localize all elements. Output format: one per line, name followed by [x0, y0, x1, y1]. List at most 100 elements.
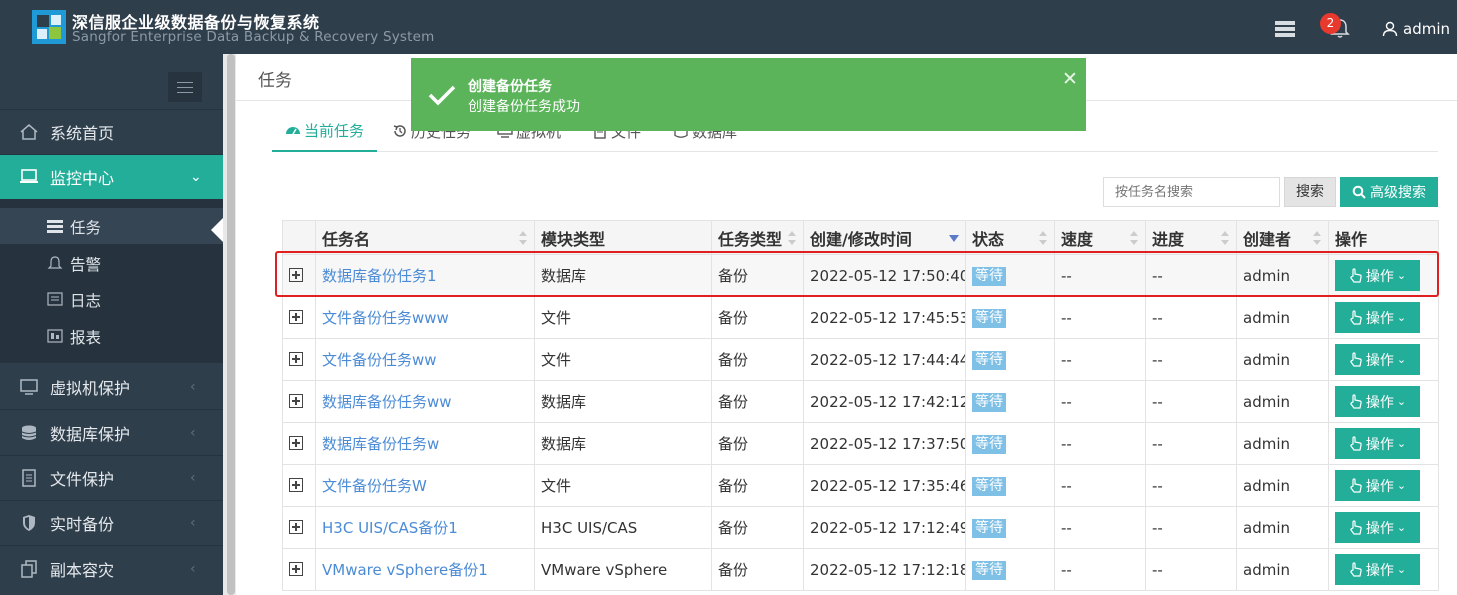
expand-icon[interactable] [289, 435, 303, 450]
operation-button[interactable]: 操作 ⌄ [1335, 260, 1420, 291]
expand-icon[interactable] [289, 393, 303, 408]
table-row[interactable]: 数据库备份任务ww 数据库 备份 2022-05-12 17:42:12 等待 -- -- a… [282, 380, 1439, 423]
report-icon [47, 329, 63, 343]
brand-subtitle: Sangfor Enterprise Data Backup & Recover… [72, 29, 435, 45]
column-header-module[interactable]: 模块类型 [534, 220, 712, 255]
sidebar-item-replica-dr[interactable]: 副本容灾 ‹ [0, 547, 223, 591]
task-name-link[interactable]: 数据库备份任务1 [322, 267, 437, 285]
table-row[interactable]: H3C UIS/CAS备份1 H3C UIS/CAS 备份 2022-05-12 17… [282, 506, 1439, 549]
chevron-left-icon: ‹ [190, 470, 196, 486]
creator-cell: admin [1236, 422, 1329, 465]
tab-current-tasks[interactable]: 当前任务 [272, 110, 377, 152]
expand-icon[interactable] [289, 561, 303, 576]
task-name-link[interactable]: 文件备份任务W [322, 477, 427, 495]
sidebar-item-realtime-backup[interactable]: 实时备份 ‹ [0, 501, 223, 546]
module-cell: 文件 [534, 296, 712, 339]
task-name-cell[interactable]: 文件备份任务W [315, 464, 535, 507]
task-name-cell[interactable]: VMware vSphere备份1 [315, 548, 535, 591]
column-header-time[interactable]: 创建/修改时间 [803, 220, 966, 255]
column-header-progress[interactable]: 进度 [1145, 220, 1237, 255]
actions-cell: 操作 ⌄ [1328, 380, 1439, 423]
operation-button[interactable]: 操作 ⌄ [1335, 554, 1420, 585]
task-name-cell[interactable]: 数据库备份任务w [315, 422, 535, 465]
expand-cell[interactable] [282, 506, 316, 549]
expand-icon[interactable] [289, 477, 303, 492]
expand-cell[interactable] [282, 254, 316, 297]
task-name-cell[interactable]: 文件备份任务www [315, 296, 535, 339]
task-name-link[interactable]: 文件备份任务ww [322, 351, 437, 369]
operation-label: 操作 [1365, 520, 1394, 537]
column-label: 速度 [1061, 229, 1094, 249]
speed-cell: -- [1054, 338, 1146, 381]
sidebar-item-vm-protection[interactable]: 虚拟机保护 ‹ [0, 365, 223, 410]
hand-pointer-icon [1350, 520, 1362, 535]
hand-pointer-icon [1350, 562, 1362, 577]
task-name-cell[interactable]: 数据库备份任务1 [315, 254, 535, 297]
column-header-status[interactable]: 状态 [965, 220, 1055, 255]
expand-cell[interactable] [282, 548, 316, 591]
task-name-link[interactable]: 文件备份任务www [322, 309, 449, 327]
status-badge: 等待 [972, 560, 1006, 580]
creator-cell: admin [1236, 464, 1329, 507]
sidebar-item-db-protection[interactable]: 数据库保护 ‹ [0, 411, 223, 456]
expand-cell[interactable] [282, 464, 316, 507]
creator-cell: admin [1236, 254, 1329, 297]
operation-button[interactable]: 操作 ⌄ [1335, 512, 1420, 543]
column-header-name[interactable]: 任务名 [315, 220, 535, 255]
sidebar-item-home[interactable]: 系统首页 [0, 110, 223, 155]
task-name-cell[interactable]: 文件备份任务ww [315, 338, 535, 381]
expand-icon[interactable] [289, 351, 303, 366]
sidebar-subitem-alarm[interactable]: 告警 [0, 245, 223, 281]
server-icon[interactable] [1274, 20, 1296, 38]
task-name-link[interactable]: 数据库备份任务ww [322, 393, 452, 411]
expand-cell[interactable] [282, 338, 316, 381]
expand-cell[interactable] [282, 296, 316, 339]
task-name-link[interactable]: H3C UIS/CAS备份1 [322, 519, 458, 537]
expand-icon[interactable] [289, 309, 303, 324]
operation-button[interactable]: 操作 ⌄ [1335, 470, 1420, 501]
user-menu[interactable]: admin [1382, 19, 1450, 39]
hand-pointer-icon [1350, 436, 1362, 451]
sidebar-item-label: 系统首页 [50, 124, 115, 143]
operation-button[interactable]: 操作 ⌄ [1335, 344, 1420, 375]
scrollbar-thumb[interactable] [227, 54, 235, 595]
sidebar-subitem-report[interactable]: 报表 [0, 318, 223, 354]
task-name-link[interactable]: VMware vSphere备份1 [322, 561, 488, 579]
monitor-icon [20, 169, 38, 183]
status-cell: 等待 [965, 422, 1055, 465]
operation-button[interactable]: 操作 ⌄ [1335, 302, 1420, 333]
logo-icon [32, 10, 66, 44]
sort-icon [1313, 231, 1321, 245]
sidebar-toggle-button[interactable] [168, 72, 202, 102]
sidebar-item-label: 实时备份 [50, 515, 115, 534]
task-name-link[interactable]: 数据库备份任务w [322, 435, 439, 453]
sidebar-item-file-protection[interactable]: 文件保护 ‹ [0, 456, 223, 501]
search-button[interactable]: 搜索 [1284, 177, 1336, 207]
module-cell: 数据库 [534, 380, 712, 423]
expand-icon[interactable] [289, 519, 303, 534]
column-header-type[interactable]: 任务类型 [711, 220, 804, 255]
expand-icon[interactable] [289, 267, 303, 282]
column-header-speed[interactable]: 速度 [1054, 220, 1146, 255]
sidebar-item-label: 副本容灾 [50, 561, 115, 580]
table-row[interactable]: 数据库备份任务1 数据库 备份 2022-05-12 17:50:40 等待 -- -- ad… [282, 254, 1439, 297]
table-row[interactable]: 文件备份任务www 文件 备份 2022-05-12 17:45:53 等待 -- -- ad… [282, 296, 1439, 339]
speed-cell: -- [1054, 506, 1146, 549]
table-row[interactable]: 数据库备份任务w 数据库 备份 2022-05-12 17:37:50 等待 -- -- ad… [282, 422, 1439, 465]
advanced-search-button[interactable]: 高级搜索 [1340, 177, 1438, 207]
sidebar-item-monitor[interactable]: 监控中心 ⌄ [0, 155, 223, 199]
close-icon[interactable]: ✕ [1062, 68, 1078, 90]
table-row[interactable]: 文件备份任务ww 文件 备份 2022-05-12 17:44:44 等待 -- -- adm… [282, 338, 1439, 381]
task-search-input[interactable] [1103, 177, 1280, 207]
expand-cell[interactable] [282, 422, 316, 465]
operation-button[interactable]: 操作 ⌄ [1335, 386, 1420, 417]
task-name-cell[interactable]: H3C UIS/CAS备份1 [315, 506, 535, 549]
operation-button[interactable]: 操作 ⌄ [1335, 428, 1420, 459]
sidebar-subitem-log[interactable]: 日志 [0, 281, 223, 317]
table-row[interactable]: VMware vSphere备份1 VMware vSphere 备份 2022-05… [282, 548, 1439, 591]
column-header-creator[interactable]: 创建者 [1236, 220, 1329, 255]
task-name-cell[interactable]: 数据库备份任务ww [315, 380, 535, 423]
sidebar-subitem-task[interactable]: 任务 [0, 208, 223, 244]
table-row[interactable]: 文件备份任务W 文件 备份 2022-05-12 17:35:46 等待 -- -- admi… [282, 464, 1439, 507]
expand-cell[interactable] [282, 380, 316, 423]
